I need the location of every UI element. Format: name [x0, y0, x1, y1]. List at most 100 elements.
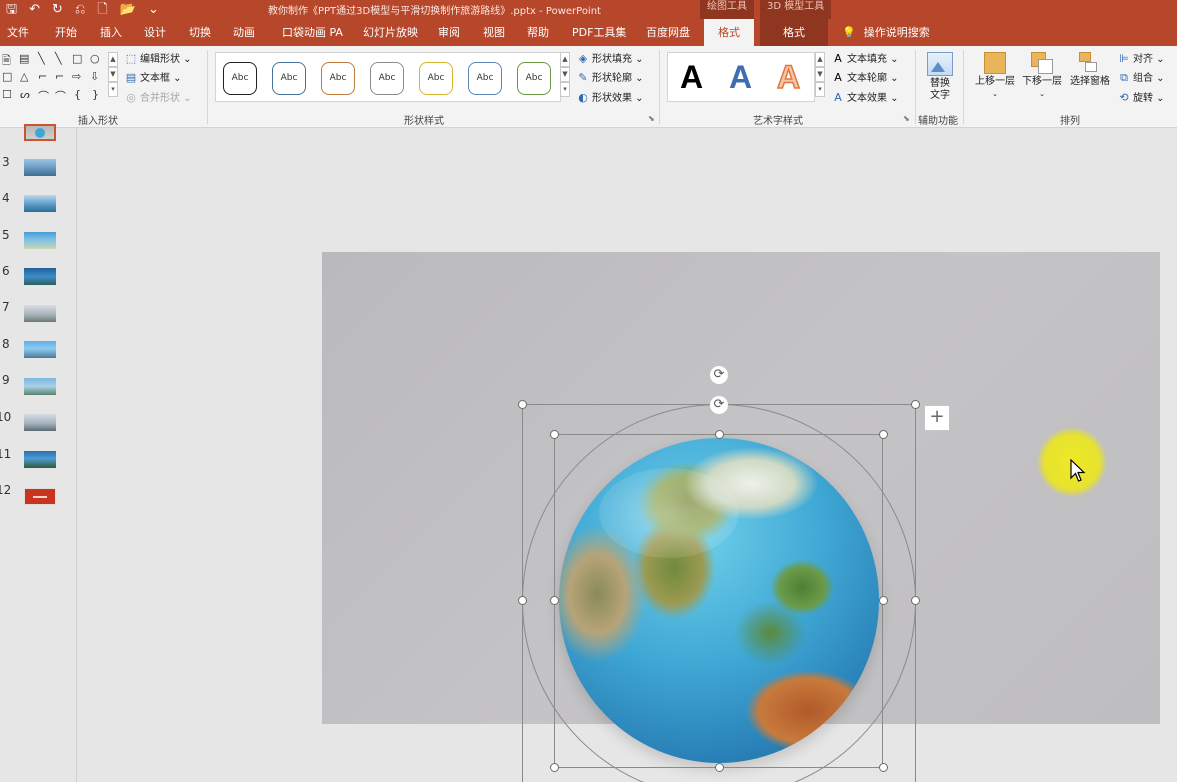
scroll-up-icon[interactable]: ▲ — [815, 52, 825, 67]
scribble-shape-icon[interactable]: ᔕ — [20, 88, 30, 101]
shape-fill-button[interactable]: ◈ 形状填充 ⌄ — [576, 50, 644, 68]
dialog-launcher-icon[interactable]: ⬊ — [903, 114, 910, 123]
inner-handle-top-left[interactable] — [550, 430, 559, 439]
shape-effects-button[interactable]: ◐ 形状效果 ⌄ — [576, 89, 643, 107]
scroll-down-icon[interactable]: ▼ — [815, 67, 825, 82]
triangle-shape-icon[interactable]: △ — [20, 70, 28, 83]
inner-handle-left[interactable] — [550, 596, 559, 605]
left-brace-shape-icon[interactable]: { — [74, 88, 81, 101]
scroll-down-icon[interactable]: ▼ — [108, 67, 118, 82]
arc-shape-icon[interactable]: ⌒ — [38, 88, 49, 104]
resize-handle-top-left[interactable] — [518, 400, 527, 409]
add-icon[interactable]: + — [924, 405, 950, 431]
tab-format-drawing[interactable]: 格式 — [704, 19, 754, 46]
slide-thumbnail-11[interactable] — [24, 451, 56, 468]
tab-format-3d[interactable]: 格式 — [760, 19, 828, 46]
rotate-handle-icon[interactable]: ⟳ — [710, 366, 728, 384]
customize-qat-icon[interactable]: ⌄ — [148, 3, 159, 16]
connector-shape-icon[interactable]: ⌐ — [38, 70, 47, 83]
resize-handle-right[interactable] — [911, 596, 920, 605]
tab-design[interactable]: 设计 — [144, 19, 166, 46]
send-backward-button[interactable]: 下移一层 ⌄ — [1019, 52, 1065, 100]
shape-outline-button[interactable]: ✎ 形状轮廓 ⌄ — [576, 69, 643, 87]
touch-mode-icon[interactable]: ⎌ — [75, 3, 85, 16]
align-button[interactable]: ⊫ 对齐 ⌄ — [1117, 50, 1164, 68]
text-outline-button[interactable]: A 文本轮廓 ⌄ — [831, 69, 898, 87]
wordart-style-black[interactable]: A — [680, 59, 703, 96]
text-effects-button[interactable]: A 文本效果 ⌄ — [831, 89, 898, 107]
shapes-gallery[interactable]: 🗎 ▤ ╲ ╲ □ ○ □ △ ⌐ ⌐ ⇨ ⇩ ☐ ᔕ ⌒ ⌒ { } — [2, 52, 110, 106]
selection-pane-button[interactable]: 选择窗格 — [1067, 52, 1113, 88]
open-file-icon[interactable]: 📂 — [120, 3, 136, 16]
tab-transitions[interactable]: 切换 — [189, 19, 211, 46]
arrow-line-shape-icon[interactable]: ╲ — [55, 52, 62, 65]
slide-thumbnail-6[interactable] — [24, 268, 56, 285]
tab-baidu-netdisk[interactable]: 百度网盘 — [646, 19, 690, 46]
shape-style-6[interactable]: Abc — [468, 62, 502, 95]
edit-shape-button[interactable]: ⬚ 编辑形状 ⌄ — [124, 50, 192, 68]
merge-shapes-button[interactable]: ◎ 合并形状 ⌄ — [124, 89, 191, 107]
slide-thumbnail-12[interactable] — [24, 488, 56, 505]
tab-view[interactable]: 视图 — [483, 19, 505, 46]
shape-style-7[interactable]: Abc — [517, 62, 551, 95]
slide-thumbnail-10[interactable] — [24, 414, 56, 431]
more-icon[interactable]: ▾ — [815, 82, 825, 97]
new-file-icon[interactable]: 🗋 — [97, 3, 107, 16]
tab-pocket-animation[interactable]: 口袋动画 PA — [282, 19, 343, 46]
resize-handle-top-right[interactable] — [911, 400, 920, 409]
tab-review[interactable]: 审阅 — [438, 19, 460, 46]
rotate-button[interactable]: ⟲ 旋转 ⌄ — [1117, 89, 1164, 107]
undo-icon[interactable]: ↶ — [29, 3, 40, 16]
textbox-button[interactable]: ▤ 文本框 ⌄ — [124, 69, 182, 87]
down-arrow-shape-icon[interactable]: ⇩ — [90, 70, 99, 83]
shape-style-4[interactable]: Abc — [370, 62, 404, 95]
slide-thumbnail-5[interactable] — [24, 232, 56, 249]
slide-thumbnail-7[interactable] — [24, 305, 56, 322]
oval-shape-icon[interactable]: ○ — [90, 52, 100, 65]
tab-home[interactable]: 开始 — [55, 19, 77, 46]
dialog-launcher-icon[interactable]: ⬊ — [648, 114, 655, 123]
save-icon[interactable]: 🖫 — [6, 3, 17, 16]
freeform-shape-icon[interactable]: ☐ — [2, 88, 12, 101]
wordart-style-orange[interactable]: A — [776, 58, 801, 96]
inner-handle-top-right[interactable] — [879, 430, 888, 439]
alt-text-button[interactable]: 替换 文字 — [924, 52, 956, 102]
right-arrow-shape-icon[interactable]: ⇨ — [72, 70, 81, 83]
text-fill-button[interactable]: A 文本填充 ⌄ — [831, 50, 898, 68]
vertical-textbox-shape-icon[interactable]: ▤ — [19, 52, 29, 65]
inner-handle-bottom-left[interactable] — [550, 763, 559, 772]
redo-icon[interactable]: ↻ — [52, 3, 63, 16]
tab-insert[interactable]: 插入 — [100, 19, 122, 46]
shape-style-5[interactable]: Abc — [419, 62, 453, 95]
tab-pdf-tools[interactable]: PDF工具集 — [572, 19, 626, 46]
shape-style-2[interactable]: Abc — [272, 62, 306, 95]
resize-handle-left[interactable] — [518, 596, 527, 605]
scroll-up-icon[interactable]: ▲ — [108, 52, 118, 67]
tab-file[interactable]: 文件 — [7, 19, 29, 46]
right-brace-shape-icon[interactable]: } — [92, 88, 99, 101]
curve-shape-icon[interactable]: ⌒ — [55, 88, 66, 104]
slide-thumbnail-4[interactable] — [24, 195, 56, 212]
tell-me-search[interactable]: 💡 操作说明搜索 — [842, 19, 930, 46]
bring-forward-button[interactable]: 上移一层 ⌄ — [972, 52, 1018, 100]
group-button[interactable]: ⧉ 组合 ⌄ — [1117, 69, 1165, 87]
more-icon[interactable]: ▾ — [560, 82, 570, 97]
textbox-shape-icon[interactable]: 🗎 — [2, 52, 11, 71]
slide-thumbnail-3[interactable] — [24, 159, 56, 176]
tab-slideshow[interactable]: 幻灯片放映 — [363, 19, 418, 46]
3d-rotate-handle-icon[interactable]: ⟳ — [710, 396, 728, 414]
rectangle-shape-icon[interactable]: □ — [72, 52, 82, 65]
scroll-down-icon[interactable]: ▼ — [560, 67, 570, 82]
elbow-connector-shape-icon[interactable]: ⌐ — [55, 70, 64, 83]
inner-handle-bottom-right[interactable] — [879, 763, 888, 772]
rounded-rect-shape-icon[interactable]: □ — [2, 70, 12, 83]
shape-style-1[interactable]: Abc — [223, 62, 257, 95]
shape-style-3[interactable]: Abc — [321, 62, 355, 95]
wordart-style-blue[interactable]: A — [729, 59, 752, 96]
scroll-up-icon[interactable]: ▲ — [560, 52, 570, 67]
inner-handle-top[interactable] — [715, 430, 724, 439]
slide-thumbnail-9[interactable] — [24, 378, 56, 395]
inner-handle-bottom[interactable] — [715, 763, 724, 772]
line-shape-icon[interactable]: ╲ — [38, 52, 45, 65]
slide-thumbnail-2[interactable] — [24, 124, 56, 141]
